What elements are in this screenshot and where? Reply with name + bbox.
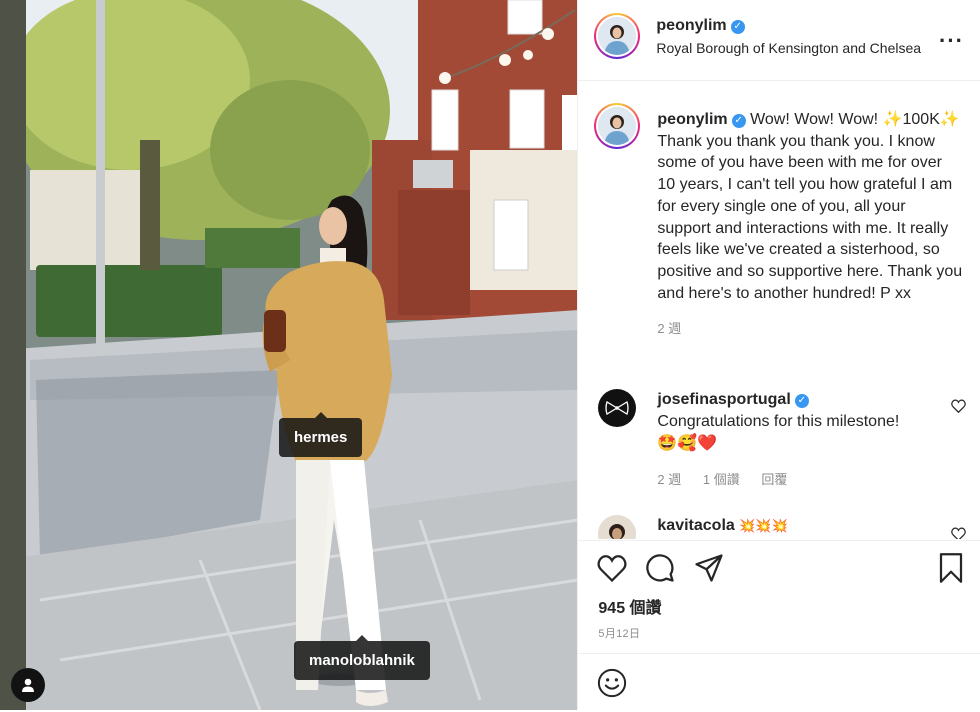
- comment-username[interactable]: josefinasportugal: [657, 391, 790, 408]
- share-icon[interactable]: [694, 554, 724, 582]
- verified-icon: ✓: [794, 394, 809, 408]
- caption-author-avatar[interactable]: [594, 103, 641, 149]
- comments-section[interactable]: peonylim ✓ Wow! Wow! Wow! ✨100K✨ Thank yo…: [578, 81, 980, 539]
- add-comment-bar: [578, 653, 980, 712]
- caption-age[interactable]: 2 週: [657, 321, 681, 336]
- user-tag-button[interactable]: [11, 668, 45, 702]
- more-options-icon[interactable]: ···: [939, 28, 964, 54]
- bow-logo-icon: [605, 401, 630, 415]
- comment-emoji: 🤩🥰❤️: [657, 435, 718, 452]
- comment-meta: 2 週 1 個讚 回覆: [657, 469, 947, 491]
- author-avatar-image: [598, 17, 637, 55]
- post-date[interactable]: 5月12日: [598, 625, 640, 641]
- comment-like-heart-icon[interactable]: [951, 399, 967, 413]
- street-scene-image: [0, 0, 578, 710]
- verified-icon: ✓: [730, 20, 745, 34]
- comment-avatar-image: [598, 515, 637, 539]
- comment-icon[interactable]: [645, 553, 675, 583]
- post-caption: peonylim ✓ Wow! Wow! Wow! ✨100K✨ Thank yo…: [657, 109, 962, 340]
- comment-text: Congratulations for this milestone!: [657, 413, 900, 430]
- caption-avatar-image: [598, 107, 637, 145]
- comment-like-heart-icon[interactable]: [951, 527, 967, 539]
- comment-avatar[interactable]: [598, 389, 637, 427]
- heart-icon[interactable]: [597, 554, 627, 582]
- emoji-icon[interactable]: [597, 668, 627, 698]
- likes-count[interactable]: 945 個讚: [598, 594, 661, 618]
- bookmark-icon[interactable]: [938, 553, 964, 583]
- comment-avatar[interactable]: [598, 515, 637, 539]
- post-header-text: peonylim ✓ Royal Borough of Kensington an…: [656, 17, 921, 56]
- comment-reply-button[interactable]: 回覆: [761, 472, 787, 487]
- caption-meta: 2 週: [657, 318, 962, 340]
- user-tag-icon: [22, 678, 34, 692]
- comment-username[interactable]: kavitacola: [657, 517, 734, 534]
- author-avatar[interactable]: [594, 13, 641, 59]
- post-side-panel: peonylim ✓ Royal Borough of Kensington an…: [577, 0, 980, 710]
- post-photo[interactable]: hermes manoloblahnik: [0, 0, 578, 710]
- post-location[interactable]: Royal Borough of Kensington and Chelsea: [656, 40, 921, 56]
- post-header: peonylim ✓ Royal Borough of Kensington an…: [578, 0, 980, 81]
- comment-item: josefinasportugal ✓ Congratulations for t…: [657, 389, 947, 491]
- product-tag-hermes[interactable]: hermes: [279, 412, 363, 457]
- instagram-post-view: hermes manoloblahnik peonylim ✓ Royal Bo…: [0, 0, 980, 710]
- verified-icon: ✓: [731, 114, 746, 128]
- comment-age[interactable]: 2 週: [657, 472, 681, 487]
- comment-like-count[interactable]: 1 個讚: [703, 472, 740, 487]
- post-actions-section: 945 個讚 5月12日: [578, 540, 980, 711]
- caption-body: ✨100K✨ Thank you thank you thank you. I …: [657, 111, 963, 302]
- comment-text: 💥💥💥: [739, 518, 788, 533]
- caption-username[interactable]: peonylim: [657, 111, 727, 128]
- author-username[interactable]: peonylim: [656, 17, 726, 34]
- caption-prefix: Wow! Wow! Wow!: [750, 111, 879, 128]
- comment-item: kavitacola 💥💥💥: [657, 517, 787, 535]
- product-tag-manoloblahnik[interactable]: manoloblahnik: [294, 635, 430, 680]
